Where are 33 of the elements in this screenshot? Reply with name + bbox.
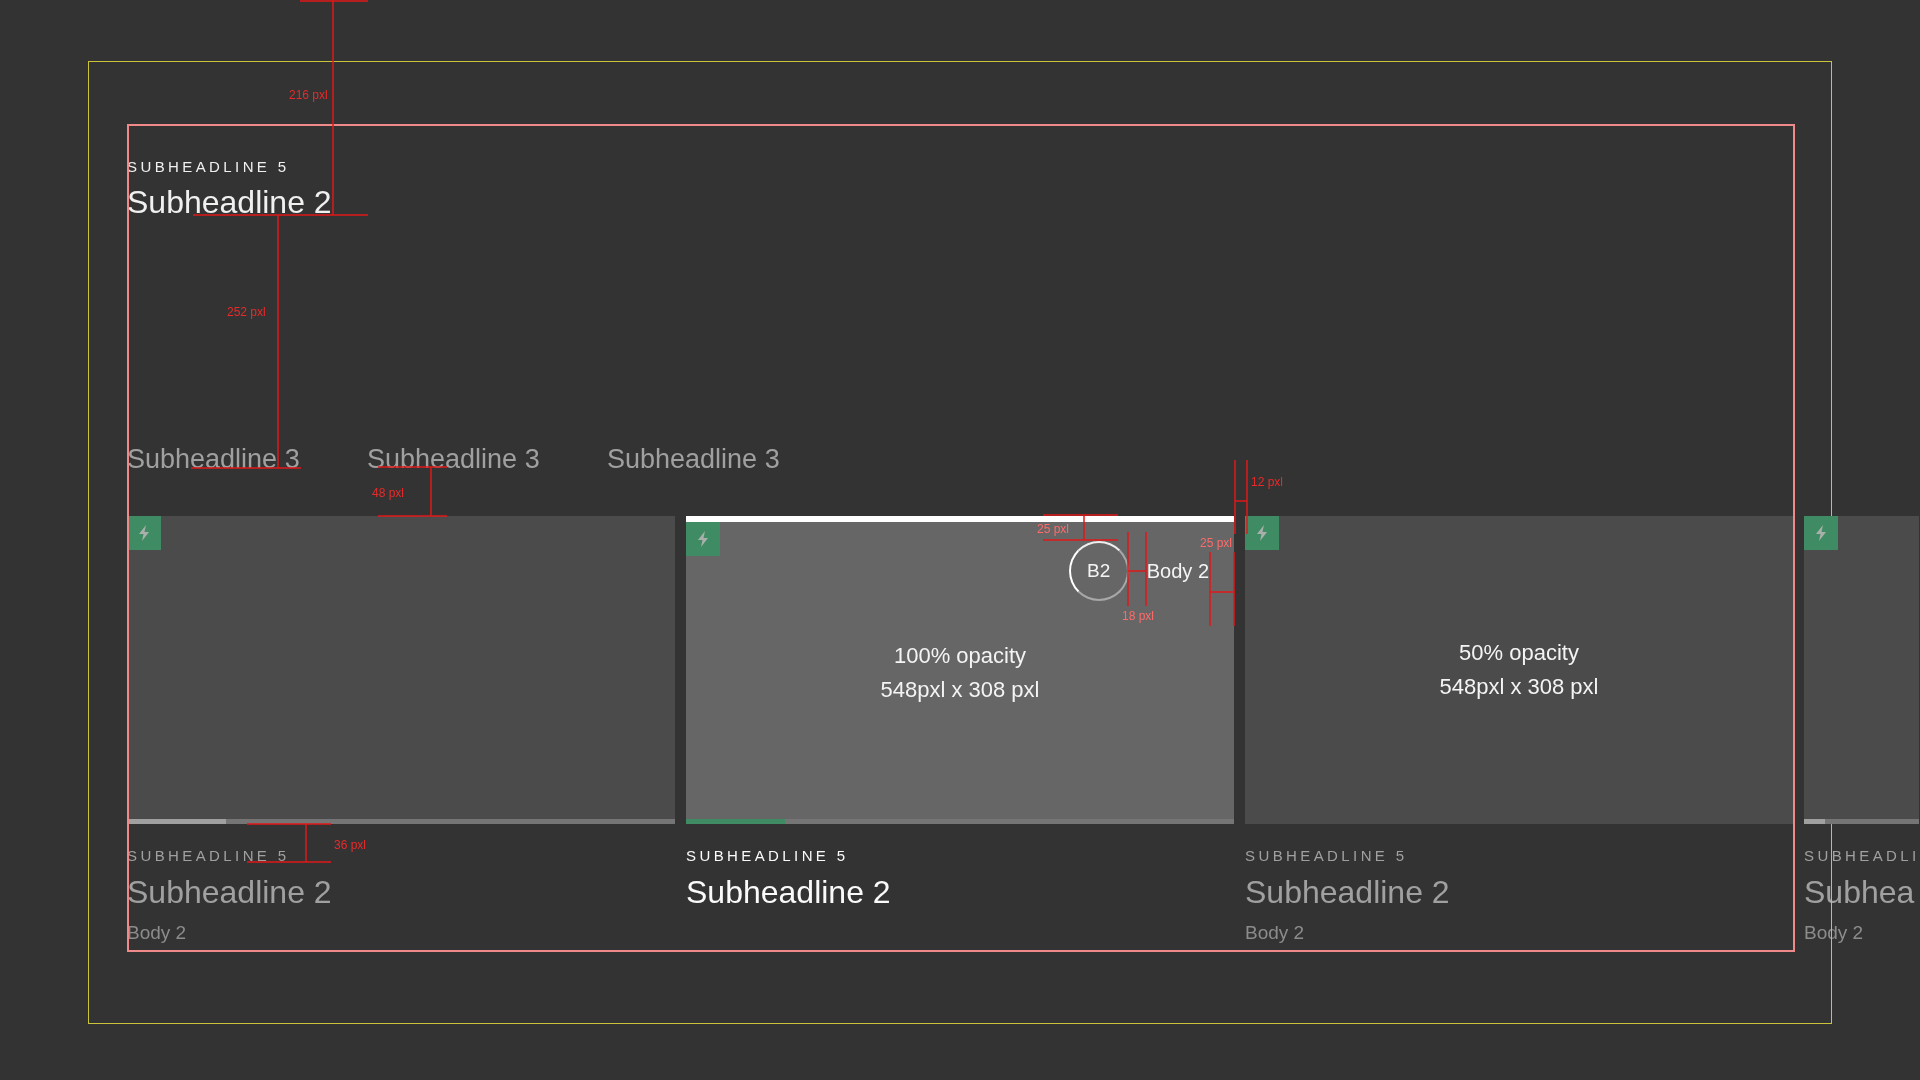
avatar-label: Body 2 xyxy=(1146,559,1209,583)
spec-note: 50% opacity xyxy=(1459,639,1579,667)
dimension-label: 36 pxl xyxy=(334,838,367,852)
tab[interactable]: Subheadline 3 xyxy=(607,441,847,477)
tab[interactable]: Subheadline 3 xyxy=(367,441,607,477)
card-body-text: Body 2 xyxy=(1245,921,1306,945)
media-card[interactable] xyxy=(1804,516,1919,824)
spec-note: 548pxl x 308 pxl xyxy=(1439,673,1599,701)
card-title: Subheadline 2 xyxy=(127,873,333,912)
dimension-label: 252 pxl xyxy=(227,305,266,319)
lightning-icon xyxy=(686,522,720,556)
spec-note: 548pxl x 308 pxl xyxy=(880,676,1040,704)
headline: Subheadline 2 xyxy=(127,183,333,222)
lightning-icon xyxy=(127,516,161,550)
dimension-label: 18 pxl xyxy=(1122,609,1155,623)
card-title: Subheadline 2 xyxy=(686,873,892,912)
media-card[interactable] xyxy=(127,516,675,824)
avatar: B2 xyxy=(1068,541,1129,601)
dimension-label: 216 pxl xyxy=(289,88,328,102)
spec-note: 100% opacity xyxy=(893,642,1027,670)
overline-text: SUBHEADLINE 5 xyxy=(686,846,850,866)
card-body-text: Body 2 xyxy=(127,921,188,945)
overline-text: SUBHEADLINE 5 xyxy=(127,157,291,177)
dimension-label: 25 pxl xyxy=(1037,522,1070,536)
media-card[interactable]: 50% opacity 548pxl x 308 pxl xyxy=(1245,516,1793,824)
dimension-label: 12 pxl xyxy=(1251,475,1284,489)
overline-text: SUBHEADLINE 5 xyxy=(1245,846,1409,866)
card-title: Subheadline 2 xyxy=(1245,873,1451,912)
tab[interactable]: Subheadline 3 xyxy=(127,441,367,477)
lightning-icon xyxy=(1804,516,1838,550)
dimension-label: 25 pxl xyxy=(1200,536,1233,550)
dimension-label: 48 pxl xyxy=(372,486,405,500)
lightning-icon xyxy=(1245,516,1279,550)
